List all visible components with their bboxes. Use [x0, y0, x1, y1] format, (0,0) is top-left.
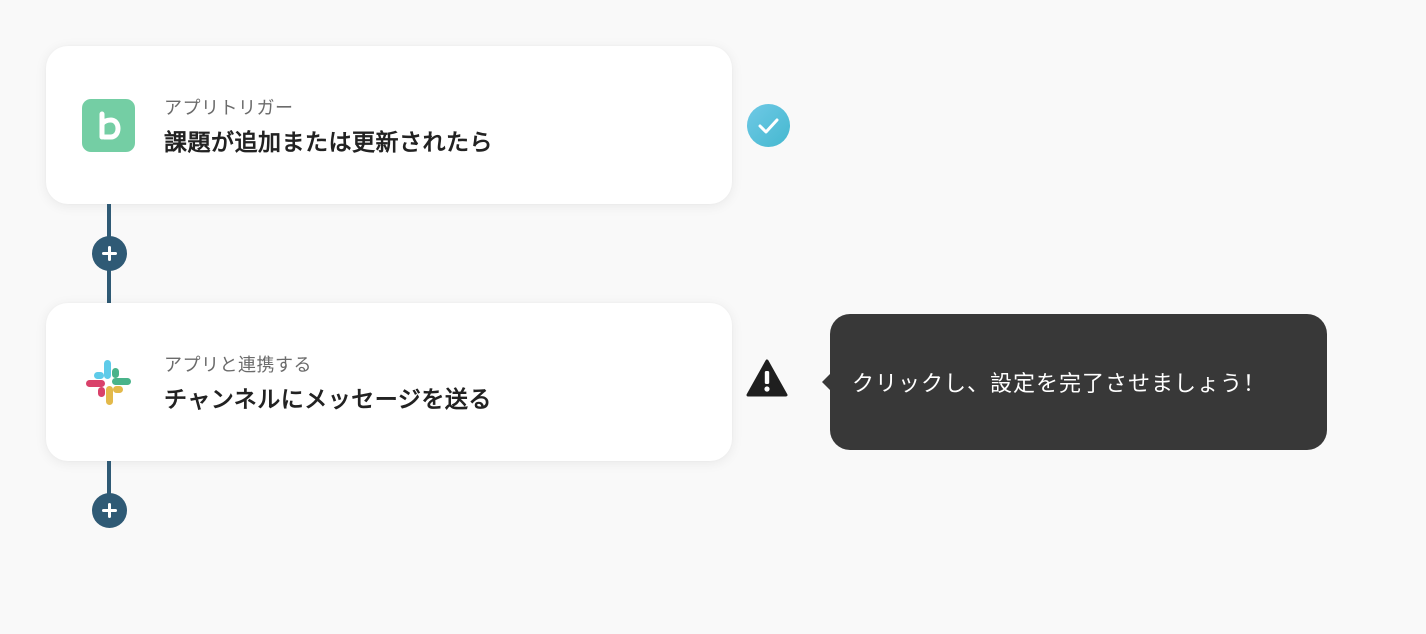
plus-icon [102, 503, 117, 518]
action-step-title: チャンネルにメッセージを送る [164, 387, 492, 413]
add-step-button[interactable] [92, 493, 127, 528]
slack-icon [82, 356, 135, 409]
action-step-type-label: アプリと連携する [164, 355, 312, 376]
trigger-step-title: 課題が追加または更新されたら [164, 130, 493, 156]
trigger-step-type-label: アプリトリガー [164, 98, 294, 119]
tooltip-text: クリックし、設定を完了させましょう！ [852, 372, 1267, 397]
flow-connector-line [107, 461, 111, 495]
backlog-icon [82, 99, 135, 152]
add-step-button[interactable] [92, 236, 127, 271]
warning-triangle-icon [745, 358, 789, 398]
plus-icon [102, 246, 117, 261]
setup-hint-tooltip: クリックし、設定を完了させましょう！ [822, 314, 1327, 450]
action-step-card[interactable]: アプリと連携する チャンネルにメッセージを送る [46, 303, 732, 461]
trigger-step-card[interactable]: アプリトリガー 課題が追加または更新されたら [46, 46, 732, 204]
check-circle-icon [747, 104, 790, 147]
